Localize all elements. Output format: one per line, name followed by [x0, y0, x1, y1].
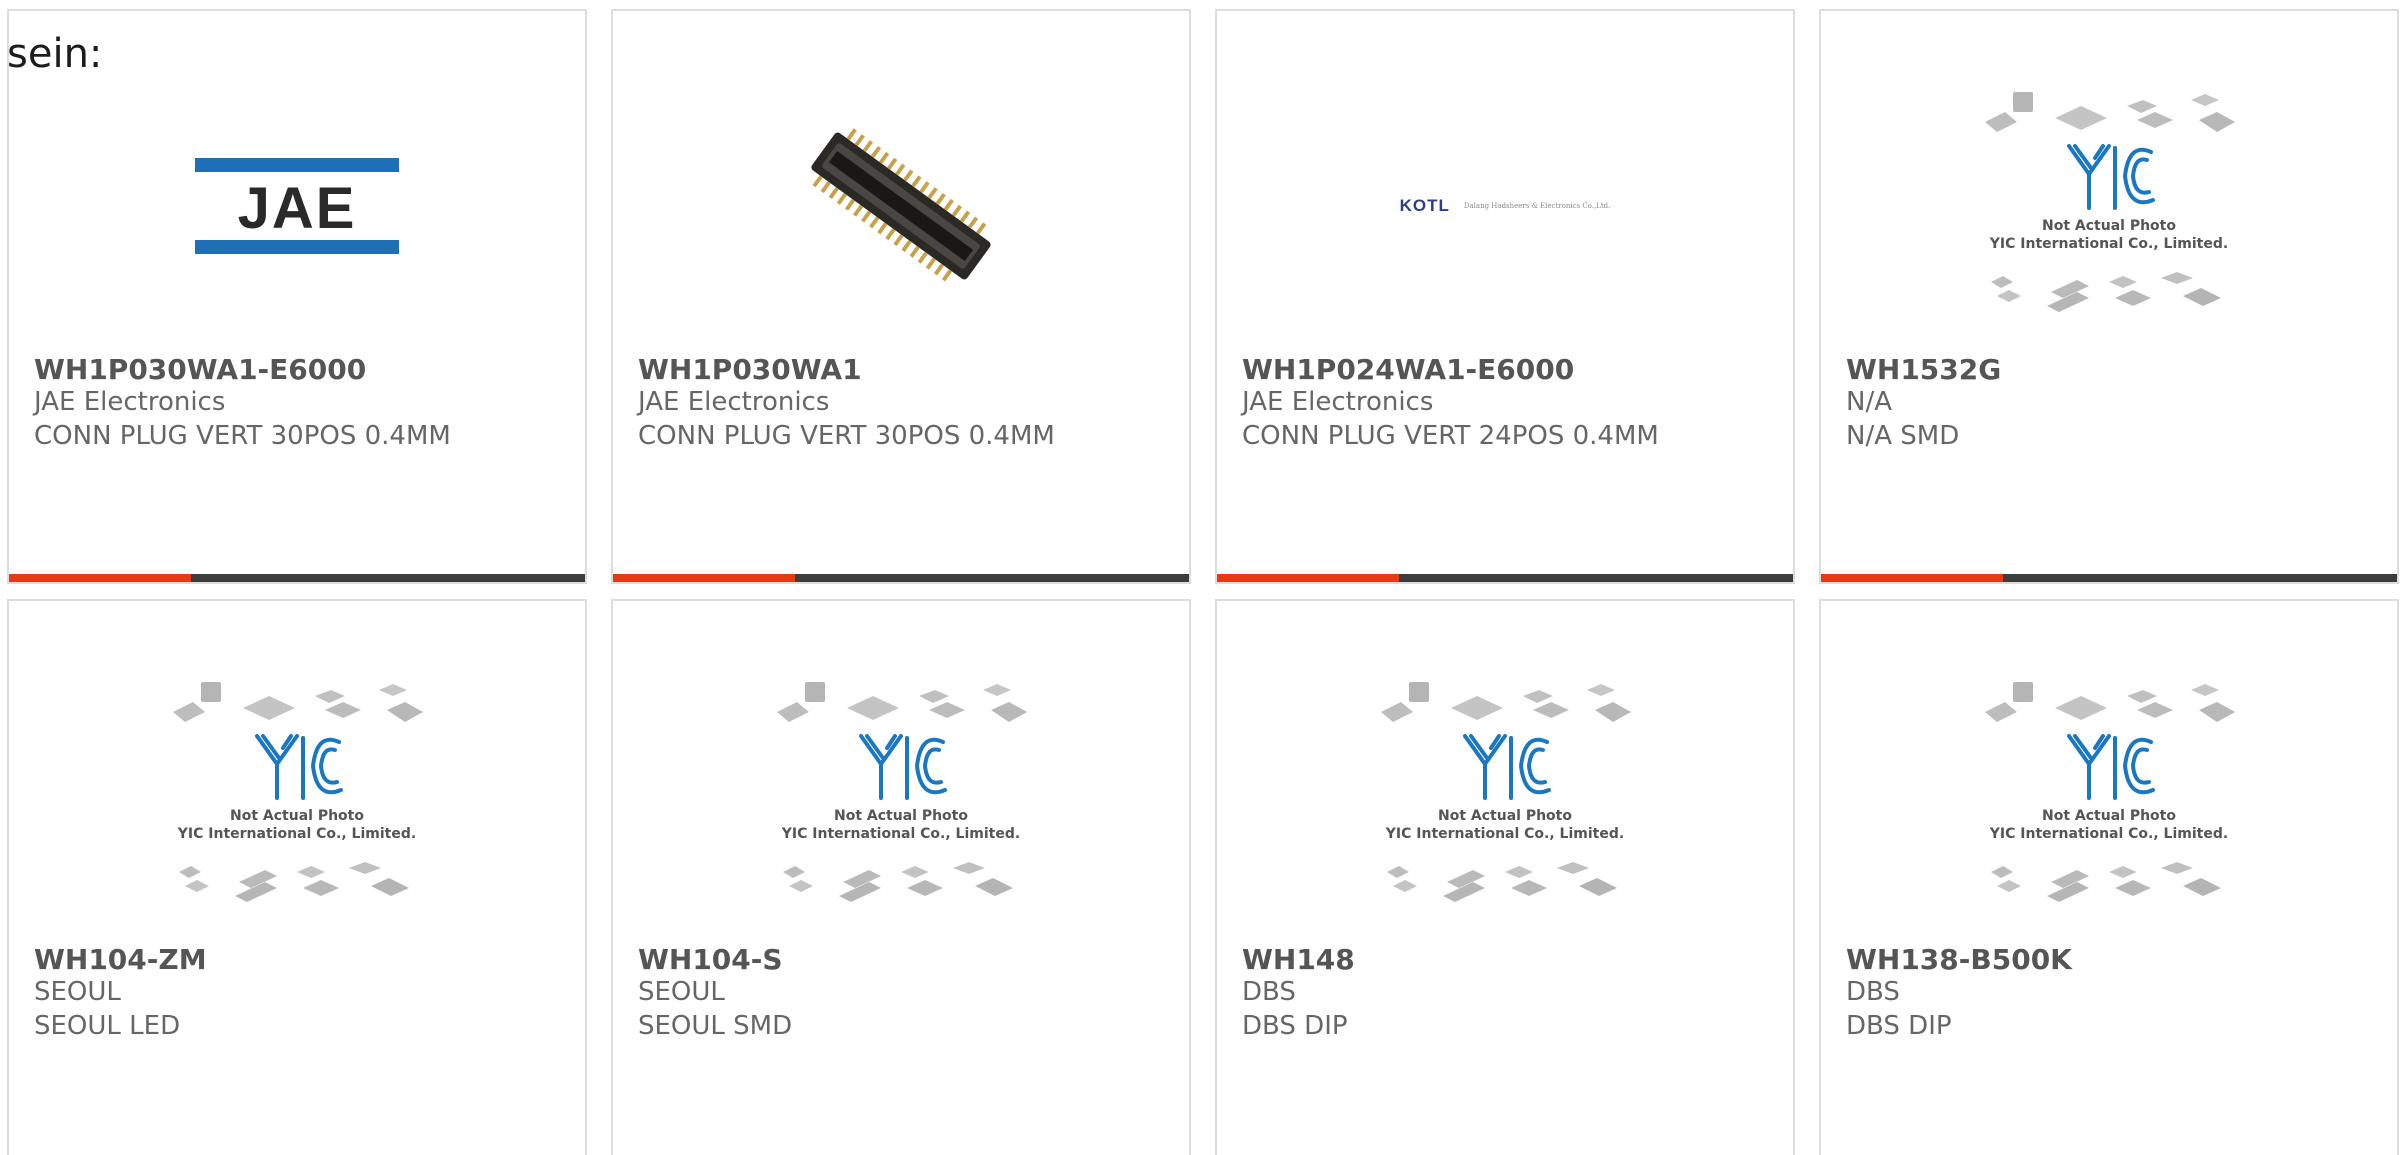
- kotl-logo-mark: KOTL: [1399, 196, 1450, 215]
- placeholder-caption-line1: Not Actual Photo: [834, 808, 968, 824]
- part-number[interactable]: WH138-B500K: [1846, 943, 2072, 976]
- description: CONN PLUG VERT 30POS 0.4MM: [34, 421, 451, 451]
- chip-icons: [1991, 272, 2221, 312]
- manufacturer: JAE Electronics: [1242, 387, 1434, 417]
- yic-logo: [859, 734, 947, 800]
- yic-logo: [2067, 144, 2155, 210]
- description: DBS DIP: [1242, 1011, 1348, 1041]
- product-card[interactable]: WH1P030WA1 JAE Electronics CONN PLUG VER…: [611, 9, 1191, 584]
- part-number[interactable]: WH104-S: [638, 943, 783, 976]
- card-bar: [9, 574, 585, 582]
- product-image[interactable]: JAE: [9, 71, 585, 341]
- product-image[interactable]: Not Actual Photo YIC International Co., L…: [1821, 71, 2397, 341]
- product-image[interactable]: Not Actual Photo YIC International Co., L…: [1821, 661, 2397, 931]
- manufacturer: N/A: [1846, 387, 1892, 417]
- placeholder-caption-line2: YIC International Co., Limited.: [1385, 826, 1624, 842]
- description: CONN PLUG VERT 30POS 0.4MM: [638, 421, 1055, 451]
- product-card[interactable]: JAE WH1P030WA1-E6000 JAE Electronics CON…: [7, 9, 587, 584]
- product-card[interactable]: Not Actual Photo YIC International Co., L…: [611, 599, 1191, 1155]
- kotl-logo: KOTL Dalang Hadsheers & Electronics Co.,…: [1400, 196, 1611, 216]
- jae-logo-text: JAE: [238, 176, 357, 241]
- chip-icons: [777, 682, 1027, 722]
- placeholder-image: Not Actual Photo YIC International Co., L…: [173, 682, 423, 902]
- product-image[interactable]: Not Actual Photo YIC International Co., L…: [1217, 661, 1793, 931]
- manufacturer: JAE Electronics: [34, 387, 226, 417]
- product-card[interactable]: Not Actual Photo YIC International Co., L…: [1819, 599, 2399, 1155]
- product-image[interactable]: Not Actual Photo YIC International Co., L…: [613, 661, 1189, 931]
- card-bar: [1217, 574, 1793, 582]
- yic-logo: [255, 734, 343, 800]
- placeholder-caption-line2: YIC International Co., Limited.: [1989, 236, 2228, 252]
- manufacturer: SEOUL: [34, 977, 121, 1007]
- part-number[interactable]: WH1P030WA1: [638, 353, 862, 386]
- product-image[interactable]: KOTL Dalang Hadsheers & Electronics Co.,…: [1217, 71, 1793, 341]
- placeholder-caption-line2: YIC International Co., Limited.: [781, 826, 1020, 842]
- yic-logo: [2067, 734, 2155, 800]
- description: DBS DIP: [1846, 1011, 1952, 1041]
- kotl-logo-subtitle: Dalang Hadsheers & Electronics Co.,Ltd.: [1463, 202, 1611, 210]
- part-number[interactable]: WH148: [1242, 943, 1355, 976]
- yic-logo: [1463, 734, 1551, 800]
- placeholder-caption-line1: Not Actual Photo: [2042, 218, 2176, 234]
- chip-icons: [179, 862, 409, 902]
- product-grid-page: sein: JAE WH1P030WA1-E6000 JAE Electroni…: [0, 0, 2400, 1155]
- placeholder-image: Not Actual Photo YIC International Co., L…: [777, 682, 1027, 902]
- product-image[interactable]: [613, 71, 1189, 341]
- description: CONN PLUG VERT 24POS 0.4MM: [1242, 421, 1659, 451]
- manufacturer: JAE Electronics: [638, 387, 830, 417]
- description: SEOUL SMD: [638, 1011, 793, 1041]
- placeholder-image: Not Actual Photo YIC International Co., L…: [1381, 682, 1631, 902]
- placeholder-caption-line2: YIC International Co., Limited.: [177, 826, 416, 842]
- manufacturer: SEOUL: [638, 977, 725, 1007]
- chip-icons: [1991, 862, 2221, 902]
- jae-logo: JAE: [195, 158, 399, 254]
- card-bar: [613, 574, 1189, 582]
- intro-text: sein:: [7, 31, 103, 77]
- connector-photo: [811, 128, 991, 282]
- product-card[interactable]: KOTL Dalang Hadsheers & Electronics Co.,…: [1215, 9, 1795, 584]
- placeholder-caption-line2: YIC International Co., Limited.: [1989, 826, 2228, 842]
- part-number[interactable]: WH1532G: [1846, 353, 2001, 386]
- part-number[interactable]: WH1P030WA1-E6000: [34, 353, 366, 386]
- product-card[interactable]: Not Actual Photo YIC International Co., L…: [7, 599, 587, 1155]
- chip-icons: [1985, 682, 2235, 722]
- manufacturer: DBS: [1242, 977, 1296, 1007]
- chip-icons: [1381, 682, 1631, 722]
- description: SEOUL LED: [34, 1011, 181, 1041]
- part-number[interactable]: WH1P024WA1-E6000: [1242, 353, 1574, 386]
- placeholder-image: Not Actual Photo YIC International Co., L…: [1985, 92, 2235, 312]
- placeholder-caption-line1: Not Actual Photo: [2042, 808, 2176, 824]
- chip-icons: [1985, 92, 2235, 132]
- product-image[interactable]: Not Actual Photo YIC International Co., L…: [9, 661, 585, 931]
- part-number[interactable]: WH104-ZM: [34, 943, 207, 976]
- manufacturer: DBS: [1846, 977, 1900, 1007]
- placeholder-caption-line1: Not Actual Photo: [230, 808, 364, 824]
- placeholder-caption-line1: Not Actual Photo: [1438, 808, 1572, 824]
- product-card[interactable]: Not Actual Photo YIC International Co., L…: [1215, 599, 1795, 1155]
- product-card[interactable]: Not Actual Photo YIC International Co., L…: [1819, 9, 2399, 584]
- card-bar: [1821, 574, 2397, 582]
- placeholder-image: Not Actual Photo YIC International Co., L…: [1985, 682, 2235, 902]
- description: N/A SMD: [1846, 421, 1960, 451]
- chip-icons: [1387, 862, 1617, 902]
- chip-icons: [173, 682, 423, 722]
- chip-icons: [783, 862, 1013, 902]
